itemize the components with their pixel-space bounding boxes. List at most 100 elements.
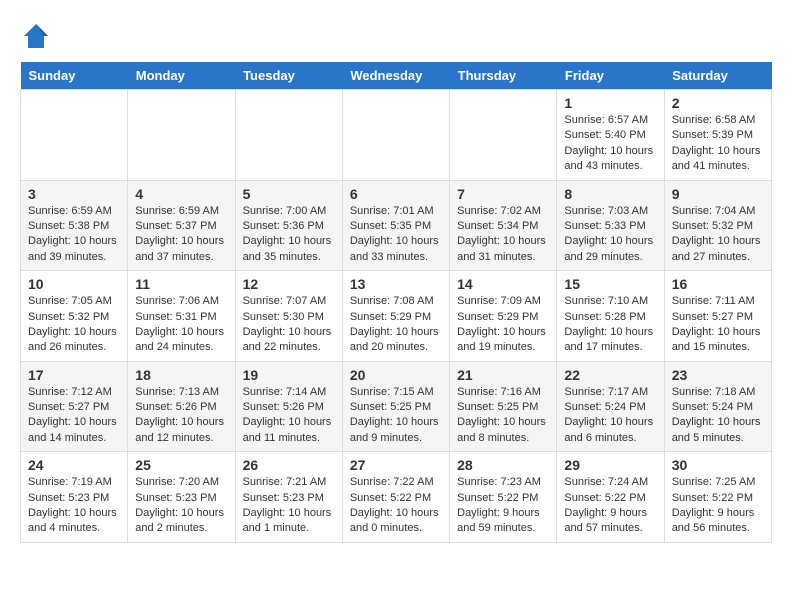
calendar-cell: 26 Sunrise: 7:21 AM Sunset: 5:23 PM Dayli… [235, 452, 342, 543]
cell-text: Sunrise: 7:25 AM Sunset: 5:22 PM Dayligh… [672, 475, 764, 537]
calendar-cell [450, 90, 557, 181]
cell-text: Sunrise: 7:19 AM Sunset: 5:23 PM Dayligh… [28, 475, 120, 537]
calendar-cell: 23 Sunrise: 7:18 AM Sunset: 5:24 PM Dayli… [664, 361, 771, 452]
calendar-cell: 10 Sunrise: 7:05 AM Sunset: 5:32 PM Dayli… [21, 271, 128, 362]
cell-text: Sunrise: 7:18 AM Sunset: 5:24 PM Dayligh… [672, 385, 764, 447]
weekday-header: Tuesday [235, 62, 342, 90]
calendar-cell: 14Sunrise: 7:09 AM Sunset: 5:29 PM Dayli… [450, 271, 557, 362]
calendar-cell: 20 Sunrise: 7:15 AM Sunset: 5:25 PM Dayli… [342, 361, 449, 452]
day-number: 12 [243, 276, 335, 292]
logo [20, 20, 56, 52]
weekday-header: Friday [557, 62, 664, 90]
calendar-cell: 22 Sunrise: 7:17 AM Sunset: 5:24 PM Dayli… [557, 361, 664, 452]
day-number: 30 [672, 457, 764, 473]
weekday-header: Monday [128, 62, 235, 90]
day-number: 18 [135, 367, 227, 383]
cell-text: Sunrise: 6:59 AM Sunset: 5:38 PM Dayligh… [28, 204, 120, 266]
calendar-cell: 1 Sunrise: 6:57 AM Sunset: 5:40 PM Daylig… [557, 90, 664, 181]
cell-text: Sunrise: 7:21 AM Sunset: 5:23 PM Dayligh… [243, 475, 335, 537]
cell-text: Sunrise: 7:24 AM Sunset: 5:22 PM Dayligh… [564, 475, 656, 537]
day-number: 21 [457, 367, 549, 383]
day-number: 2 [672, 95, 764, 111]
day-number: 19 [243, 367, 335, 383]
day-number: 5 [243, 186, 335, 202]
cell-text: Sunrise: 7:13 AM Sunset: 5:26 PM Dayligh… [135, 385, 227, 447]
calendar-row: 10 Sunrise: 7:05 AM Sunset: 5:32 PM Dayli… [21, 271, 772, 362]
cell-text: Sunrise: 7:12 AM Sunset: 5:27 PM Dayligh… [28, 385, 120, 447]
day-number: 25 [135, 457, 227, 473]
calendar-cell [128, 90, 235, 181]
calendar-cell: 15 Sunrise: 7:10 AM Sunset: 5:28 PM Dayli… [557, 271, 664, 362]
calendar-cell: 25 Sunrise: 7:20 AM Sunset: 5:23 PM Dayli… [128, 452, 235, 543]
cell-text: Sunrise: 7:16 AM Sunset: 5:25 PM Dayligh… [457, 385, 549, 447]
day-number: 24 [28, 457, 120, 473]
calendar-cell: 28 Sunrise: 7:23 AM Sunset: 5:22 PM Dayli… [450, 452, 557, 543]
cell-text: Sunrise: 7:23 AM Sunset: 5:22 PM Dayligh… [457, 475, 549, 537]
cell-text: Sunrise: 7:10 AM Sunset: 5:28 PM Dayligh… [564, 294, 656, 356]
calendar-cell: 9Sunrise: 7:04 AM Sunset: 5:32 PM Daylig… [664, 180, 771, 271]
calendar-cell: 17 Sunrise: 7:12 AM Sunset: 5:27 PM Dayli… [21, 361, 128, 452]
calendar-cell: 24 Sunrise: 7:19 AM Sunset: 5:23 PM Dayli… [21, 452, 128, 543]
header [20, 20, 772, 52]
day-number: 3 [28, 186, 120, 202]
weekday-header: Wednesday [342, 62, 449, 90]
calendar-row: 1 Sunrise: 6:57 AM Sunset: 5:40 PM Daylig… [21, 90, 772, 181]
calendar-cell: 16 Sunrise: 7:11 AM Sunset: 5:27 PM Dayli… [664, 271, 771, 362]
cell-text: Sunrise: 7:15 AM Sunset: 5:25 PM Dayligh… [350, 385, 442, 447]
calendar-cell: 19 Sunrise: 7:14 AM Sunset: 5:26 PM Dayli… [235, 361, 342, 452]
calendar-cell: 21 Sunrise: 7:16 AM Sunset: 5:25 PM Dayli… [450, 361, 557, 452]
day-number: 22 [564, 367, 656, 383]
day-number: 10 [28, 276, 120, 292]
day-number: 20 [350, 367, 442, 383]
calendar-header: SundayMondayTuesdayWednesdayThursdayFrid… [21, 62, 772, 90]
cell-text: Sunrise: 6:59 AM Sunset: 5:37 PM Dayligh… [135, 204, 227, 266]
day-number: 11 [135, 276, 227, 292]
calendar-cell: 6Sunrise: 7:01 AM Sunset: 5:35 PM Daylig… [342, 180, 449, 271]
calendar-cell: 13 Sunrise: 7:08 AM Sunset: 5:29 PM Dayli… [342, 271, 449, 362]
day-number: 23 [672, 367, 764, 383]
calendar-cell: 2Sunrise: 6:58 AM Sunset: 5:39 PM Daylig… [664, 90, 771, 181]
cell-text: Sunrise: 7:08 AM Sunset: 5:29 PM Dayligh… [350, 294, 442, 356]
cell-text: Sunrise: 7:06 AM Sunset: 5:31 PM Dayligh… [135, 294, 227, 356]
calendar-cell: 29 Sunrise: 7:24 AM Sunset: 5:22 PM Dayli… [557, 452, 664, 543]
calendar-cell [235, 90, 342, 181]
calendar-cell: 11 Sunrise: 7:06 AM Sunset: 5:31 PM Dayli… [128, 271, 235, 362]
calendar-cell [342, 90, 449, 181]
day-number: 14 [457, 276, 549, 292]
cell-text: Sunrise: 6:57 AM Sunset: 5:40 PM Dayligh… [564, 113, 656, 175]
day-number: 6 [350, 186, 442, 202]
day-number: 13 [350, 276, 442, 292]
day-number: 17 [28, 367, 120, 383]
day-number: 16 [672, 276, 764, 292]
calendar-cell: 27 Sunrise: 7:22 AM Sunset: 5:22 PM Dayli… [342, 452, 449, 543]
weekday-header: Sunday [21, 62, 128, 90]
cell-text: Sunrise: 7:14 AM Sunset: 5:26 PM Dayligh… [243, 385, 335, 447]
calendar-cell: 8 Sunrise: 7:03 AM Sunset: 5:33 PM Daylig… [557, 180, 664, 271]
weekday-header: Thursday [450, 62, 557, 90]
cell-text: Sunrise: 7:22 AM Sunset: 5:22 PM Dayligh… [350, 475, 442, 537]
cell-text: Sunrise: 7:20 AM Sunset: 5:23 PM Dayligh… [135, 475, 227, 537]
calendar-row: 17 Sunrise: 7:12 AM Sunset: 5:27 PM Dayli… [21, 361, 772, 452]
calendar-cell: 7Sunrise: 7:02 AM Sunset: 5:34 PM Daylig… [450, 180, 557, 271]
day-number: 4 [135, 186, 227, 202]
day-number: 9 [672, 186, 764, 202]
cell-text: Sunrise: 7:11 AM Sunset: 5:27 PM Dayligh… [672, 294, 764, 356]
cell-text: Sunrise: 7:05 AM Sunset: 5:32 PM Dayligh… [28, 294, 120, 356]
cell-text: Sunrise: 7:03 AM Sunset: 5:33 PM Dayligh… [564, 204, 656, 266]
day-number: 15 [564, 276, 656, 292]
day-number: 27 [350, 457, 442, 473]
day-number: 26 [243, 457, 335, 473]
day-number: 1 [564, 95, 656, 111]
calendar-cell: 30 Sunrise: 7:25 AM Sunset: 5:22 PM Dayli… [664, 452, 771, 543]
calendar-cell: 12Sunrise: 7:07 AM Sunset: 5:30 PM Dayli… [235, 271, 342, 362]
cell-text: Sunrise: 7:00 AM Sunset: 5:36 PM Dayligh… [243, 204, 335, 266]
calendar-table: SundayMondayTuesdayWednesdayThursdayFrid… [20, 62, 772, 543]
day-number: 29 [564, 457, 656, 473]
calendar-cell: 5 Sunrise: 7:00 AM Sunset: 5:36 PM Daylig… [235, 180, 342, 271]
day-number: 28 [457, 457, 549, 473]
calendar-row: 24 Sunrise: 7:19 AM Sunset: 5:23 PM Dayli… [21, 452, 772, 543]
cell-text: Sunrise: 7:02 AM Sunset: 5:34 PM Dayligh… [457, 204, 549, 266]
calendar-cell: 3 Sunrise: 6:59 AM Sunset: 5:38 PM Daylig… [21, 180, 128, 271]
day-number: 8 [564, 186, 656, 202]
cell-text: Sunrise: 7:17 AM Sunset: 5:24 PM Dayligh… [564, 385, 656, 447]
